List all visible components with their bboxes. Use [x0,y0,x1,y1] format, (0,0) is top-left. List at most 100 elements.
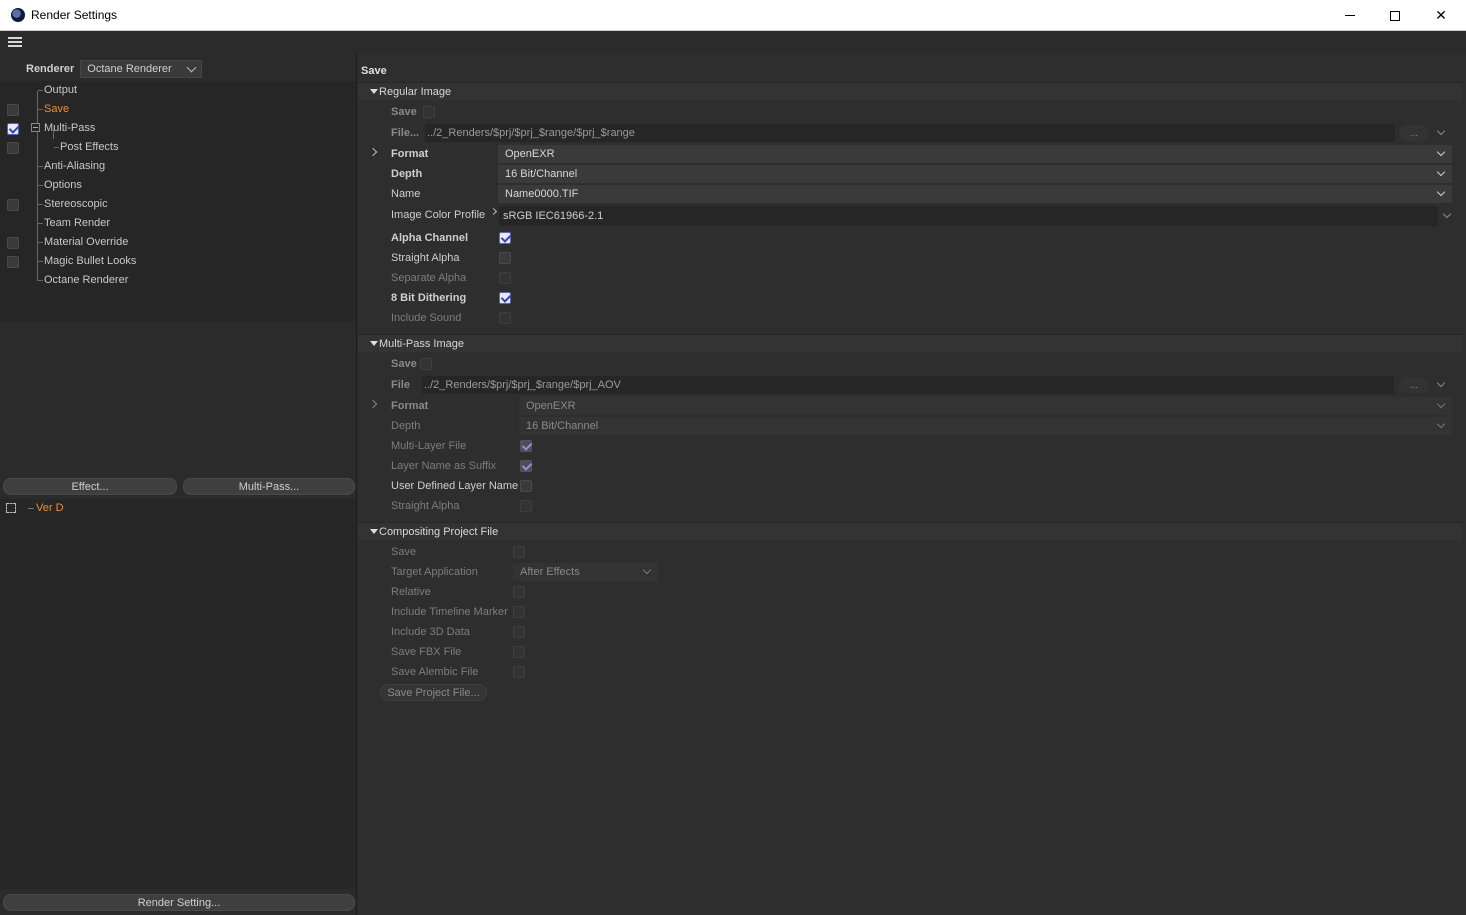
regular-image-section-header[interactable]: Regular Image [358,82,1462,100]
section-title: Compositing Project File [379,526,499,538]
page-title: Save [361,65,387,77]
include-3d-data-checkbox[interactable] [513,626,525,638]
tree-item-label: Material Override [44,236,129,248]
tree-item-checkbox[interactable] [7,142,19,154]
tree-item-checkbox[interactable] [7,256,19,268]
multipass-format-dropdown[interactable]: OpenEXR [519,397,1452,415]
maximize-icon [1390,10,1400,21]
tree-item-anti-aliasing[interactable]: Anti-Aliasing [0,157,356,176]
multipass-save-checkbox[interactable] [420,358,432,370]
separate-alpha-checkbox[interactable] [499,272,511,284]
renderer-dropdown[interactable]: Octane Renderer [80,60,203,78]
alpha-channel-row: Alpha Channel [358,228,1462,248]
format-label: Format [391,148,429,160]
tree-item-label: Octane Renderer [44,274,129,286]
multipass-depth-dropdown[interactable]: 16 Bit/Channel [519,417,1452,435]
tree-item-stereoscopic[interactable]: Stereoscopic [0,195,356,214]
regular-save-row: Save [358,102,1462,122]
target-application-dropdown[interactable]: After Effects [513,563,658,581]
tree-item-output[interactable]: Output [0,81,356,100]
tree-item-checkbox[interactable] [7,199,19,211]
chevron-down-icon[interactable] [1433,127,1449,139]
user-defined-layer-checkbox[interactable] [520,480,532,492]
color-profile-field[interactable]: sRGB IEC61966-2.1 [499,206,1438,226]
browse-button[interactable]: ... [1399,125,1429,141]
chevron-right-icon[interactable] [489,207,498,216]
chevron-right-icon[interactable] [368,147,378,157]
straight-alpha-checkbox[interactable] [499,252,511,264]
comp-save-row: Save [358,542,1462,562]
include-3d-data-label: Include 3D Data [391,626,470,638]
multipass-depth-row: Depth 16 Bit/Channel [358,416,1462,436]
tree-item-post-effects[interactable]: Post Effects [0,138,356,157]
tree-item-octane-renderer[interactable]: Octane Renderer [0,271,356,290]
layer-name-suffix-checkbox[interactable] [520,460,532,472]
timeline-marker-label: Include Timeline Marker [391,606,508,618]
straight-alpha-label: Straight Alpha [391,252,460,264]
chevron-down-icon[interactable] [1433,379,1449,391]
dithering-row: 8 Bit Dithering [358,288,1462,308]
file-label: File [391,379,410,391]
tree-item-label: Anti-Aliasing [44,160,106,172]
tree-item-magic-bullet-looks[interactable]: Magic Bullet Looks [0,252,356,271]
relative-checkbox[interactable] [513,586,525,598]
chevron-down-icon [1436,167,1446,177]
list-item[interactable]: Ver D [0,499,356,518]
tree-item-checkbox[interactable] [7,104,19,116]
triangle-down-icon [370,341,378,346]
browse-button[interactable]: ... [1399,377,1429,393]
relative-row: Relative [358,582,1462,602]
save-alembic-row: Save Alembic File [358,662,1462,682]
tree-item-material-override[interactable]: Material Override [0,233,356,252]
tree-item-save[interactable]: Save [0,100,356,119]
timeline-marker-row: Include Timeline Marker [358,602,1462,622]
section-title: Multi-Pass Image [379,338,464,350]
tree-item-options[interactable]: Options [0,176,356,195]
save-settings-panel: Save Regular Image Save File... ../2_Ren… [358,53,1466,915]
regular-profile-row: Image Color Profile sRGB IEC61966-2.1 [358,205,1462,227]
timeline-marker-checkbox[interactable] [513,606,525,618]
depth-label: Depth [391,420,421,432]
tree-item-label: Multi-Pass [44,122,96,134]
name-value: Name0000.TIF [505,188,579,200]
regular-format-dropdown[interactable]: OpenEXR [498,145,1452,163]
save-alembic-checkbox[interactable] [513,666,525,678]
tree-item-checkbox[interactable] [7,237,19,249]
save-fbx-checkbox[interactable] [513,646,525,658]
maximize-button[interactable] [1372,0,1418,31]
multi-pass-section-header[interactable]: Multi-Pass Image [358,334,1462,352]
collapse-icon[interactable] [31,123,40,132]
chevron-down-icon [642,565,652,575]
tree-item-label: Stereoscopic [44,198,108,210]
regular-name-dropdown[interactable]: Name0000.TIF [498,185,1452,203]
tree-item-checkbox[interactable] [7,123,19,135]
tree-item-team-render[interactable]: Team Render [0,214,356,233]
effect-button[interactable]: Effect... [3,478,177,495]
save-project-file-button[interactable]: Save Project File... [380,684,487,701]
tree-item-multi-pass[interactable]: Multi-Pass [0,119,356,138]
format-label: Format [391,400,429,412]
window-title: Render Settings [31,8,118,22]
alpha-channel-checkbox[interactable] [499,232,511,244]
format-value: OpenEXR [505,148,555,160]
multipass-straight-alpha-checkbox[interactable] [520,500,532,512]
hamburger-menu-icon[interactable] [8,37,22,47]
regular-depth-dropdown[interactable]: 16 Bit/Channel [498,165,1452,183]
multi-pass-button[interactable]: Multi-Pass... [183,478,355,495]
include-sound-checkbox[interactable] [499,312,511,324]
regular-file-input[interactable]: ../2_Renders/$prj/$prj_$range/$prj_$rang… [425,124,1395,142]
close-button[interactable]: ✕ [1418,0,1464,31]
compositing-section-header[interactable]: Compositing Project File [358,522,1462,540]
multipass-straight-alpha-row: Straight Alpha [358,496,1462,516]
multi-layer-file-checkbox[interactable] [520,440,532,452]
straight-alpha-row: Straight Alpha [358,248,1462,268]
chevron-right-icon[interactable] [368,399,378,409]
render-setting-button[interactable]: Render Setting... [3,894,355,911]
minimize-button[interactable] [1327,0,1373,31]
chevron-down-icon[interactable] [1439,210,1455,222]
dithering-checkbox[interactable] [499,292,511,304]
comp-save-checkbox[interactable] [513,546,525,558]
multipass-file-input[interactable]: ../2_Renders/$prj/$prj_$range/$prj_AOV [422,376,1394,394]
regular-save-checkbox[interactable] [423,106,435,118]
multi-layer-file-label: Multi-Layer File [391,440,467,452]
